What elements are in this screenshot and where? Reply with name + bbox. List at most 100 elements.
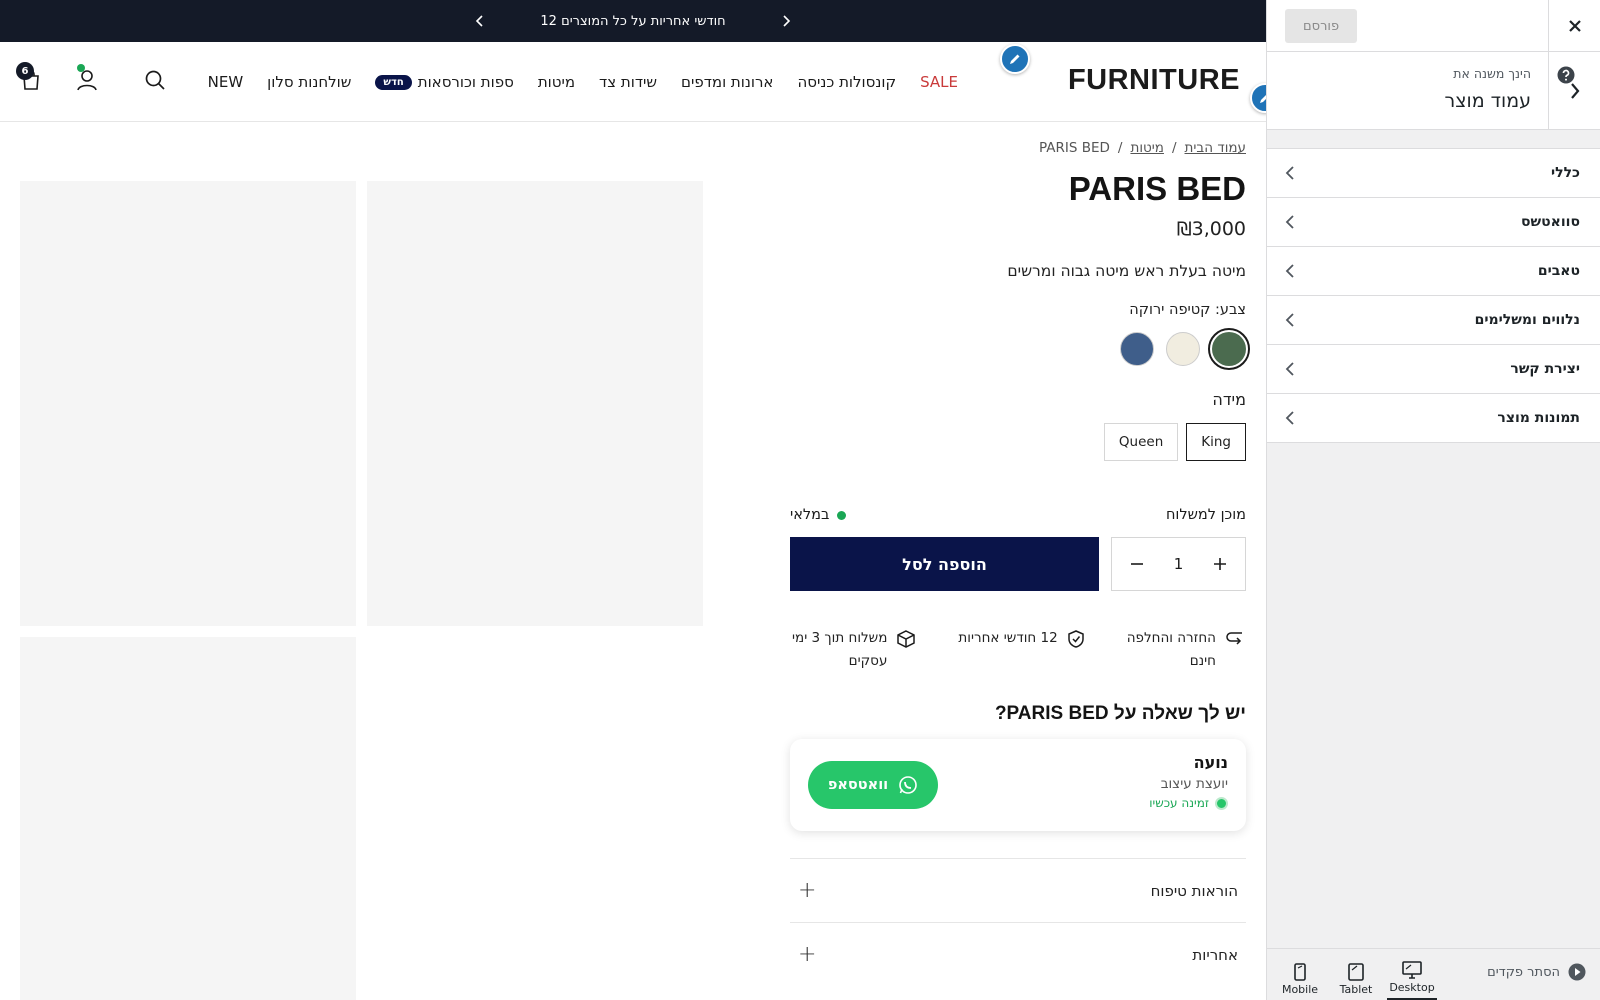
panel-header: פורסם bbox=[1267, 0, 1600, 52]
site-preview: 12 חודשי אחריות על כל המוצרים FURNITURE … bbox=[0, 0, 1266, 1000]
feature-text: החזרה והחלפה חינם bbox=[1127, 627, 1216, 673]
quantity-value[interactable]: 1 bbox=[1174, 555, 1184, 573]
tablet-icon bbox=[1348, 962, 1364, 981]
chevron-left-icon bbox=[475, 15, 483, 27]
chevron-left-icon bbox=[1285, 362, 1294, 376]
swatch-green-velvet[interactable] bbox=[1208, 328, 1250, 370]
feature-text: משלוח תוך 3 ימי עסקים bbox=[792, 627, 887, 673]
search-button[interactable] bbox=[138, 60, 172, 100]
quantity-decrease-button[interactable] bbox=[1126, 553, 1148, 575]
feature-free-returns: החזרה והחלפה חינם bbox=[1127, 627, 1244, 673]
panel-item-label: תמונות מוצר bbox=[1497, 410, 1580, 426]
announcement-text: 12 חודשי אחריות על כל המוצרים bbox=[540, 13, 726, 29]
editing-label: הינך משנה את bbox=[1453, 66, 1531, 81]
edit-shortcut-nav[interactable] bbox=[1000, 44, 1030, 74]
panel-sections: כללי סוואטשס טאבים נלווים ומשלימים יצירת… bbox=[1267, 148, 1600, 443]
feature-line: 12 חודשי אחריות bbox=[958, 630, 1058, 646]
cart-button[interactable]: 6 bbox=[14, 60, 48, 100]
ship-status: מוכן למשלוח bbox=[1165, 507, 1246, 523]
swatch-blue[interactable] bbox=[1120, 332, 1154, 366]
plus-icon: + bbox=[798, 878, 817, 903]
panel-item-general[interactable]: כללי bbox=[1267, 149, 1600, 198]
device-mobile-button[interactable]: Mobile bbox=[1275, 957, 1325, 1000]
device-tablet-button[interactable]: Tablet bbox=[1331, 957, 1381, 1000]
quantity-stepper: 1 bbox=[1111, 537, 1246, 591]
whatsapp-button[interactable]: וואטסאפ bbox=[808, 761, 938, 809]
desktop-icon bbox=[1402, 961, 1422, 979]
stock-text: במלאי bbox=[790, 507, 830, 523]
nav-item-sofas[interactable]: ספות וכורסאות חדש bbox=[363, 73, 525, 91]
close-customizer-button[interactable] bbox=[1548, 0, 1600, 52]
accordion-warranty[interactable]: אחריות + bbox=[790, 922, 1246, 986]
panel-item-label: טאבים bbox=[1537, 263, 1580, 279]
panel-section-header: הינך משנה את עמוד מוצר bbox=[1267, 52, 1600, 130]
accordion-care-instructions[interactable]: הוראות טיפוח + bbox=[790, 858, 1246, 922]
size-queen-button[interactable]: Queen bbox=[1103, 423, 1179, 461]
nav-item-coffee-tables[interactable]: שולחנות סלון bbox=[255, 73, 363, 91]
publish-button[interactable]: פורסם bbox=[1285, 9, 1358, 43]
stock-status: במלאי bbox=[790, 507, 847, 523]
breadcrumb: עמוד הבית / מיטות / PARIS BED bbox=[790, 140, 1246, 156]
breadcrumb-category[interactable]: מיטות bbox=[1130, 140, 1164, 156]
edit-shortcut-logo[interactable] bbox=[1250, 83, 1266, 113]
chevron-right-icon bbox=[783, 15, 791, 27]
quantity-increase-button[interactable] bbox=[1209, 553, 1231, 575]
nav-item-beds[interactable]: מיטות bbox=[526, 73, 587, 91]
nav-item-side-tables[interactable]: שידות צד bbox=[587, 73, 669, 91]
panel-item-related[interactable]: נלווים ומשלימים bbox=[1267, 296, 1600, 345]
editing-title: עמוד מוצר bbox=[1444, 90, 1531, 112]
nav-item-cabinets[interactable]: ארונות ומדפים bbox=[669, 73, 785, 91]
panel-item-label: כללי bbox=[1551, 165, 1580, 181]
nav-label: ספות וכורסאות bbox=[417, 73, 514, 91]
announcement-next-button[interactable] bbox=[768, 0, 804, 42]
online-indicator bbox=[77, 64, 85, 72]
hide-controls-button[interactable]: הסתר פקדים bbox=[1487, 963, 1586, 981]
new-badge: חדש bbox=[375, 74, 412, 90]
site-header: FURNITURE NEW שולחנות סלון ספות וכורסאות… bbox=[0, 42, 1266, 122]
hide-controls-label: הסתר פקדים bbox=[1487, 964, 1560, 980]
panel-item-swatches[interactable]: סוואטשס bbox=[1267, 198, 1600, 247]
whatsapp-label: וואטסאפ bbox=[827, 777, 889, 793]
question-heading: יש לך שאלה על PARIS BED? bbox=[994, 703, 1246, 724]
feature-line: חינם bbox=[1189, 653, 1216, 669]
product-image-1[interactable] bbox=[367, 181, 703, 626]
nav-item-sale[interactable]: SALE bbox=[908, 73, 970, 91]
panel-item-tabs[interactable]: טאבים bbox=[1267, 247, 1600, 296]
stock-dot bbox=[837, 510, 847, 520]
feature-line: משלוח תוך 3 ימי bbox=[792, 630, 888, 646]
size-king-button[interactable]: King bbox=[1186, 423, 1246, 461]
nav-item-new[interactable]: NEW bbox=[196, 73, 256, 91]
accordion-title: הוראות טיפוח bbox=[1150, 881, 1238, 900]
cart-count-badge: 6 bbox=[16, 62, 34, 80]
nav-label: שידות צד bbox=[599, 73, 658, 91]
device-label: Tablet bbox=[1339, 982, 1373, 996]
product-price: ₪3,000 bbox=[1176, 218, 1246, 240]
panel-item-contact[interactable]: יצירת קשר bbox=[1267, 345, 1600, 394]
account-button[interactable] bbox=[70, 60, 104, 100]
nav-label: ארונות ומדפים bbox=[681, 73, 774, 91]
panel-item-product-images[interactable]: תמונות מוצר bbox=[1267, 394, 1600, 443]
chevron-left-icon bbox=[1285, 264, 1294, 278]
shield-check-icon bbox=[1067, 630, 1084, 648]
availability-row: מוכן למשלוח במלאי bbox=[790, 507, 1246, 523]
feature-warranty: 12 חודשי אחריות bbox=[958, 627, 1084, 673]
back-button[interactable] bbox=[1548, 52, 1600, 130]
buy-row: 1 הוספה לסל bbox=[790, 537, 1246, 591]
product-image-2[interactable] bbox=[20, 181, 356, 626]
color-label: צבע: קטיפה ירוקה bbox=[1129, 302, 1246, 318]
available-dot bbox=[1215, 796, 1228, 810]
help-icon[interactable] bbox=[1557, 66, 1575, 84]
product-title: PARIS BED bbox=[1068, 170, 1246, 207]
nav-item-consoles[interactable]: קונסולות כניסה bbox=[785, 73, 908, 91]
nav-label: NEW bbox=[207, 73, 244, 91]
product-image-3[interactable] bbox=[20, 637, 356, 1000]
swatch-cream[interactable] bbox=[1166, 332, 1200, 366]
announcement-prev-button[interactable] bbox=[462, 0, 498, 42]
chevron-right-icon bbox=[1570, 83, 1579, 99]
breadcrumb-home[interactable]: עמוד הבית bbox=[1185, 140, 1246, 156]
accordion-title: אחריות bbox=[1192, 945, 1238, 964]
site-logo[interactable]: FURNITURE bbox=[1068, 64, 1240, 97]
device-desktop-button[interactable]: Desktop bbox=[1387, 957, 1437, 1000]
nav-label: מיטות bbox=[537, 73, 576, 91]
add-to-cart-button[interactable]: הוספה לסל bbox=[790, 537, 1099, 591]
